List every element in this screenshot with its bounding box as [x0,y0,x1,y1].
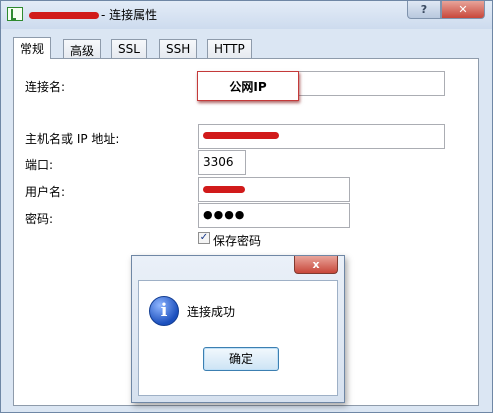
dialog-body: i 连接成功 确定 [138,280,338,396]
password-input[interactable]: ●●●● [198,203,350,228]
redacted-connection-name [29,12,99,19]
dialog-message: 连接成功 [187,305,236,319]
tab-general[interactable]: 常规 [13,37,52,59]
tab-ssl[interactable]: SSL [111,39,147,59]
tab-advanced[interactable]: 高级 [63,39,102,59]
connection-name-label: 连接名: [25,80,66,94]
host-label: 主机名或 IP 地址: [25,132,120,146]
app-icon [7,7,23,21]
save-password-checkbox[interactable]: ✓ [198,232,210,244]
password-label: 密码: [25,212,54,226]
tab-ssh[interactable]: SSH [159,39,198,59]
port-label: 端口: [25,158,54,172]
ok-button[interactable]: 确定 [203,347,279,371]
username-input[interactable] [198,177,350,202]
connection-name-value[interactable]: 公网IP [197,71,299,101]
window-title: - 连接属性 [101,8,158,22]
save-password-label: 保存密码 [213,234,262,248]
close-button[interactable]: ✕ [441,1,485,19]
info-icon: i [149,296,179,326]
port-input[interactable]: 3306 [198,150,246,175]
help-button[interactable]: ? [407,1,441,19]
connection-success-dialog: x i 连接成功 确定 [131,255,345,403]
dialog-close-button[interactable]: x [294,256,338,274]
tab-http[interactable]: HTTP [207,39,252,59]
redacted-host [203,132,279,139]
title-bar[interactable]: - 连接属性 ? ✕ [1,1,492,29]
host-input[interactable] [198,124,445,149]
redacted-username [203,186,245,193]
username-label: 用户名: [25,185,66,199]
